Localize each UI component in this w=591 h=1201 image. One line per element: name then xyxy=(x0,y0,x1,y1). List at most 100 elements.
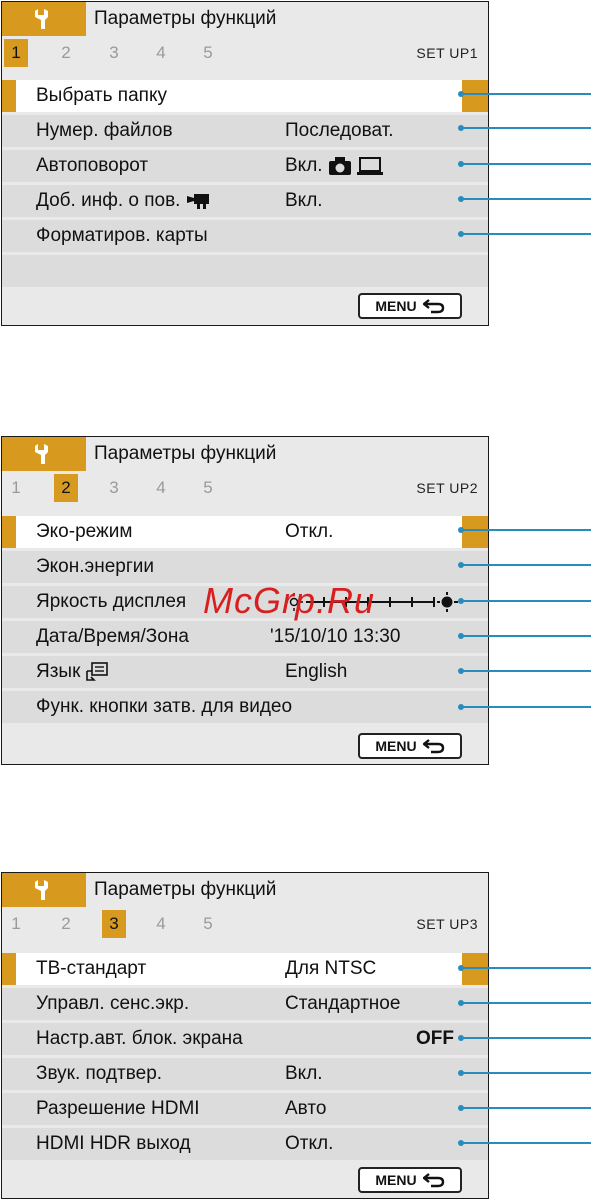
item-value: Вкл. xyxy=(285,190,323,211)
menu-item-video-shutter-button[interactable]: Функ. кнопки затв. для видео xyxy=(2,691,488,723)
callout-line xyxy=(458,231,591,237)
item-label: Настр.авт. блок. экрана xyxy=(36,1028,243,1049)
header-title: Параметры функций xyxy=(94,8,277,29)
computer-icon xyxy=(357,156,384,175)
callout-line xyxy=(458,196,591,202)
language-speech-icon xyxy=(85,662,108,681)
item-label: Язык xyxy=(36,656,108,688)
selection-marker xyxy=(2,80,16,112)
callout-line xyxy=(458,1070,591,1076)
tab-1[interactable]: 1 xyxy=(4,474,28,502)
set-up-label: SET UP1 xyxy=(416,45,478,61)
tab-1[interactable]: 1 xyxy=(4,910,28,938)
item-label: Нумер. файлов xyxy=(36,120,173,141)
callout-line xyxy=(458,598,591,604)
camera-icon xyxy=(328,156,351,175)
menu-item-eco-mode[interactable]: Эко-режим Откл. xyxy=(2,516,488,548)
item-value: Авто xyxy=(285,1098,327,1119)
tab-2[interactable]: 2 xyxy=(54,474,78,502)
callout-line xyxy=(458,1140,591,1146)
menu-item-file-numbering[interactable]: Нумер. файлов Последоват. xyxy=(2,115,488,147)
selection-marker-right xyxy=(462,953,488,985)
item-label: Функ. кнопки затв. для видео xyxy=(36,696,293,717)
callout-line xyxy=(458,91,591,97)
menu-button-label: MENU xyxy=(375,738,417,754)
callout-line xyxy=(458,1105,591,1111)
header-title: Параметры функций xyxy=(94,443,277,464)
menu-item-tv-standard[interactable]: ТВ-стандарт Для NTSC xyxy=(2,953,488,985)
item-label: ТВ-стандарт xyxy=(36,958,147,979)
settings-screen-setup3: Параметры функций 1 2 3 4 5 SET UP3 ТВ-с… xyxy=(1,872,489,1199)
callout-line xyxy=(458,965,591,971)
item-label-text: Язык xyxy=(36,661,81,682)
item-value-text: Вкл. xyxy=(285,155,323,176)
screen-header: Параметры функций xyxy=(2,873,488,907)
set-up-label: SET UP3 xyxy=(416,916,478,932)
tab-5[interactable]: 5 xyxy=(196,910,220,938)
menu-item-power-saving[interactable]: Экон.энергии xyxy=(2,551,488,583)
tab-2[interactable]: 2 xyxy=(54,910,78,938)
header-title: Параметры функций xyxy=(94,879,277,900)
tab-3[interactable]: 3 xyxy=(102,910,126,938)
callout-line xyxy=(458,633,591,639)
menu-item-auto-rotate[interactable]: Автоповорот Вкл. xyxy=(2,150,488,182)
wrench-icon xyxy=(35,880,48,900)
tab-4[interactable]: 4 xyxy=(149,474,173,502)
item-value: Стандартное xyxy=(285,993,401,1014)
menu-item-auto-screen-lock[interactable]: Настр.авт. блок. экрана OFF xyxy=(2,1023,488,1055)
menu-item-hdmi-resolution[interactable]: Разрешение HDMI Авто xyxy=(2,1093,488,1125)
selection-marker-right xyxy=(462,80,488,112)
menu-button-label: MENU xyxy=(375,298,417,314)
tab-5[interactable]: 5 xyxy=(196,474,220,502)
wrench-tab[interactable] xyxy=(2,437,86,471)
item-value: Откл. xyxy=(285,521,334,542)
menu-item-format-card[interactable]: Форматиров. карты xyxy=(2,220,488,252)
sun-bright-icon xyxy=(437,592,458,612)
item-label: Дата/Время/Зона xyxy=(36,626,189,647)
menu-item-date-time-zone[interactable]: Дата/Время/Зона '15/10/10 13:30 xyxy=(2,621,488,653)
item-value: Вкл. xyxy=(285,1063,323,1084)
tab-1[interactable]: 1 xyxy=(4,39,28,67)
item-value: Для NTSC xyxy=(285,958,377,979)
item-label: Экон.энергии xyxy=(36,556,154,577)
item-value: OFF xyxy=(416,1028,454,1049)
item-label: Эко-режим xyxy=(36,521,133,542)
tab-3[interactable]: 3 xyxy=(102,474,126,502)
settings-screen-setup1: Параметры функций 1 2 3 4 5 SET UP1 Выбр… xyxy=(1,1,489,326)
tab-5[interactable]: 5 xyxy=(196,39,220,67)
tab-3[interactable]: 3 xyxy=(102,39,126,67)
item-value: Откл. xyxy=(285,1133,334,1154)
callout-line xyxy=(458,125,591,131)
wrench-tab[interactable] xyxy=(2,873,86,907)
menu-back-button[interactable]: MENU xyxy=(358,1167,462,1193)
set-up-label: SET UP2 xyxy=(416,480,478,496)
selection-marker xyxy=(2,953,16,985)
menu-item-select-folder[interactable]: Выбрать папку xyxy=(2,80,488,112)
menu-item-touch-control[interactable]: Управл. сенс.экр. Стандартное xyxy=(2,988,488,1020)
menu-back-button[interactable]: MENU xyxy=(358,293,462,319)
return-arrow-icon xyxy=(422,1173,444,1188)
menu-back-button[interactable]: MENU xyxy=(358,733,462,759)
wrench-tab[interactable] xyxy=(2,2,86,36)
tab-bar: 1 2 3 4 5 SET UP2 xyxy=(2,471,488,505)
callout-line xyxy=(458,1035,591,1041)
menu-item-hdmi-hdr-output[interactable]: HDMI HDR выход Откл. xyxy=(2,1128,488,1160)
callout-line xyxy=(458,668,591,674)
menu-button-label: MENU xyxy=(375,1172,417,1188)
tab-4[interactable]: 4 xyxy=(149,910,173,938)
callout-line xyxy=(458,161,591,167)
menu-item-orientation-info[interactable]: Доб. инф. о пов. Вкл. xyxy=(2,185,488,217)
item-value: Вкл. xyxy=(285,150,384,182)
selection-marker-right xyxy=(462,516,488,548)
watermark: McGrp.Ru xyxy=(203,580,376,621)
tab-4[interactable]: 4 xyxy=(149,39,173,67)
tab-bar: 1 2 3 4 5 SET UP1 xyxy=(2,36,488,70)
item-label: Выбрать папку xyxy=(36,85,167,106)
tab-2[interactable]: 2 xyxy=(54,39,78,67)
menu-item-language[interactable]: Язык English xyxy=(2,656,488,688)
item-label: Разрешение HDMI xyxy=(36,1098,200,1119)
wrench-icon xyxy=(35,9,48,29)
item-label: HDMI HDR выход xyxy=(36,1133,191,1154)
menu-item-beep[interactable]: Звук. подтвер. Вкл. xyxy=(2,1058,488,1090)
item-value: Последоват. xyxy=(285,120,394,141)
